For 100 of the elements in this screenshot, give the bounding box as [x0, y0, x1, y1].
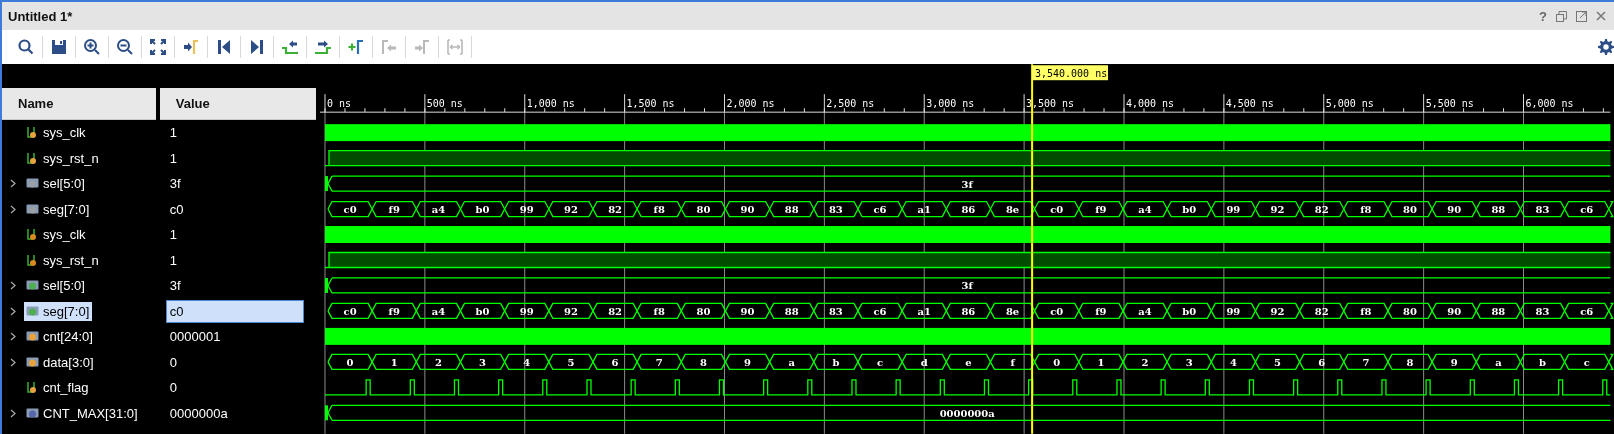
- bus-segment: [591, 353, 638, 370]
- bus-segment: [680, 302, 726, 320]
- chevron-icon[interactable]: [8, 179, 18, 189]
- bus-segment: [1033, 200, 1080, 218]
- signal-name[interactable]: seg[7:0]: [24, 199, 93, 219]
- bus-value: d: [920, 356, 928, 368]
- bus-segment: [1166, 200, 1212, 218]
- bus-value: 0000000a: [939, 407, 995, 419]
- maximize-icon[interactable]: [1576, 10, 1587, 22]
- bus-segment: [1298, 353, 1345, 370]
- settings-icon[interactable]: [1598, 39, 1614, 55]
- bus-segment: [415, 200, 461, 218]
- bus-segment: [901, 353, 947, 370]
- bus-value: 86: [961, 204, 975, 216]
- signal-name[interactable]: CNT_MAX[31:0]: [24, 403, 141, 423]
- bus-segment: [1254, 200, 1300, 218]
- bus-segment: [1431, 353, 1477, 370]
- signal-name[interactable]: seg[7:0]: [24, 301, 93, 321]
- bus-segment: [1166, 353, 1212, 370]
- bus-value: a1: [917, 204, 931, 216]
- signal-value: 1: [168, 124, 179, 143]
- signal-name[interactable]: sys_rst_n: [24, 148, 102, 168]
- bus-value: b0: [1181, 204, 1196, 216]
- bus-value: c0: [343, 204, 357, 216]
- signal-name[interactable]: sys_clk: [24, 225, 89, 245]
- bus-value: 88: [1491, 305, 1505, 317]
- signal-value: 0: [168, 379, 179, 398]
- bus-value: c6: [873, 305, 887, 317]
- bus-segment: [1298, 200, 1345, 218]
- bus-value: 80: [1402, 305, 1417, 317]
- go-to-start-icon: [215, 38, 233, 56]
- bus-segment: [1077, 353, 1124, 370]
- bus-value: 2: [1141, 356, 1149, 368]
- ruler-label: 1,000 ns: [526, 98, 575, 110]
- bus-value: 83: [1535, 204, 1550, 216]
- bus-value: 92: [1270, 204, 1285, 216]
- signal-name[interactable]: cnt[24:0]: [24, 327, 96, 347]
- signal-value: 3f: [168, 277, 182, 296]
- bus-value: 0: [1052, 356, 1060, 368]
- signal-name[interactable]: sel[5:0]: [24, 276, 88, 296]
- column-header[interactable]: Value: [159, 88, 316, 120]
- signal-name[interactable]: sel[5:0]: [24, 174, 88, 194]
- bus-value: a4: [1137, 204, 1152, 216]
- zoom-out-icon: [116, 38, 134, 56]
- next-transition-icon: [314, 38, 332, 56]
- bus-value: f9: [1094, 305, 1107, 317]
- bus-segment: [636, 200, 682, 218]
- bus-value: 90: [740, 204, 755, 216]
- bus-segment: [1475, 353, 1521, 370]
- bus-value: 7: [655, 356, 663, 368]
- chevron-icon[interactable]: [8, 408, 18, 418]
- go-to-end-icon: [248, 38, 266, 56]
- bus-segment: [1386, 353, 1433, 370]
- bus-segment: [1519, 353, 1565, 370]
- zoom-in-icon: [83, 38, 101, 56]
- close-icon[interactable]: [1596, 11, 1606, 21]
- bus-value: c0: [343, 305, 357, 317]
- chevron-icon[interactable]: [8, 306, 18, 316]
- bus-segment: [636, 302, 682, 320]
- column-header[interactable]: Name: [2, 88, 156, 120]
- bus-value: f9: [388, 204, 400, 216]
- bus-segment: [989, 200, 1035, 218]
- bus-segment: [989, 302, 1035, 320]
- bus-segment: [1475, 200, 1521, 218]
- chevron-icon[interactable]: [8, 357, 18, 367]
- bus-segment: [503, 302, 550, 320]
- bus-value: 82: [1314, 305, 1329, 317]
- ruler-label: 4,000 ns: [1125, 98, 1174, 110]
- bus-segment: [1386, 302, 1433, 320]
- bus-segment: [1077, 200, 1124, 218]
- bus-segment: [901, 302, 947, 320]
- chevron-icon[interactable]: [8, 332, 18, 342]
- bus-value: 83: [1535, 305, 1550, 317]
- bus-value: 8e: [1005, 204, 1019, 216]
- bus-segment: [459, 353, 505, 370]
- bus-segment: [768, 200, 815, 218]
- bus-value: 99: [519, 204, 534, 216]
- restore-icon[interactable]: [1556, 10, 1567, 22]
- bus-segment: [326, 200, 373, 218]
- signal-value: 0: [168, 353, 179, 372]
- signal-name[interactable]: data[3:0]: [24, 352, 97, 372]
- bus-segment: [856, 200, 903, 218]
- ruler-label: 4,500 ns: [1225, 98, 1274, 110]
- bus-value: a1: [917, 305, 931, 317]
- bus-segment: [415, 302, 461, 320]
- bus-value: a: [1494, 356, 1502, 368]
- bus-value: 6: [611, 356, 619, 368]
- bus-segment: [680, 353, 726, 370]
- bus-segment: [547, 200, 594, 218]
- chevron-icon[interactable]: [8, 204, 18, 214]
- bus-segment: [1166, 302, 1212, 320]
- bus-segment: [945, 200, 991, 218]
- bus-segment: [591, 200, 638, 218]
- signal-name[interactable]: sys_clk: [24, 123, 89, 143]
- chevron-icon[interactable]: [8, 281, 18, 291]
- bus-segment: [503, 353, 550, 370]
- signal-name[interactable]: cnt_flag: [24, 378, 92, 398]
- signal-name[interactable]: sys_rst_n: [24, 250, 102, 270]
- help-button[interactable]: ?: [1539, 8, 1547, 24]
- bus-value: 9: [743, 356, 751, 368]
